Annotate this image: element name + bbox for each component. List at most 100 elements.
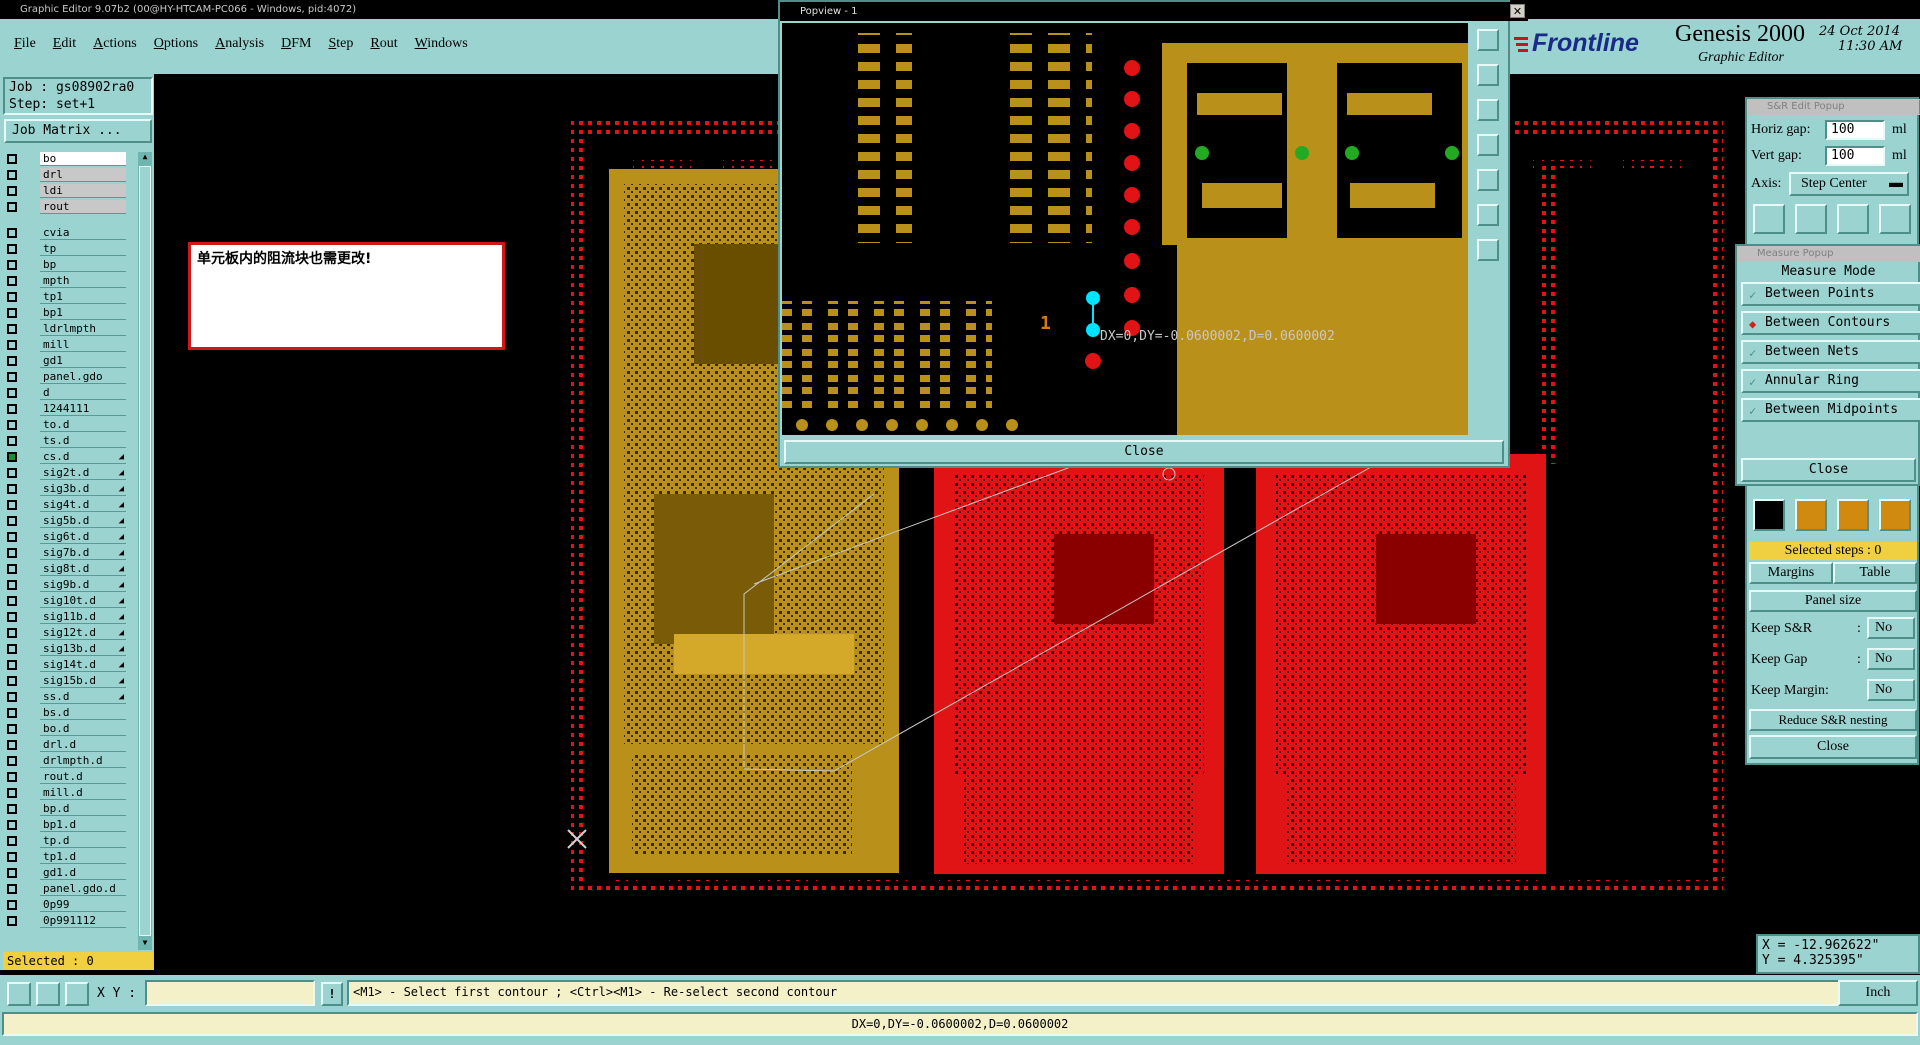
- layer-name[interactable]: sig3b.d ◢: [40, 482, 126, 496]
- layer-checkbox[interactable]: [7, 468, 17, 478]
- layer-checkbox[interactable]: [7, 660, 17, 670]
- layer-checkbox[interactable]: [7, 804, 17, 814]
- table-button[interactable]: Table: [1833, 562, 1917, 584]
- popview-close-x-icon[interactable]: ✕: [1510, 4, 1525, 18]
- layer-checkbox[interactable]: [7, 452, 17, 462]
- sr-popup-titlebar[interactable]: S&R Edit Popup ✕: [1747, 99, 1920, 115]
- layer-name[interactable]: 0p99: [40, 898, 126, 912]
- measure-mode-option[interactable]: ✓ Between Nets: [1741, 340, 1920, 364]
- measure-close-button[interactable]: Close: [1741, 458, 1916, 482]
- layer-row[interactable]: sig13b.d ◢: [4, 642, 126, 656]
- zoom-window-icon[interactable]: [7, 982, 31, 1006]
- menu-analysis[interactable]: Analysis: [215, 36, 264, 52]
- measure-mode-option[interactable]: ✓ Annular Ring: [1741, 369, 1920, 393]
- layer-name[interactable]: cs.d ◢: [40, 450, 126, 464]
- popview-pan-left-icon[interactable]: [1477, 134, 1499, 156]
- popview-close-button[interactable]: Close: [784, 440, 1504, 464]
- layer-name[interactable]: bs.d: [40, 706, 126, 720]
- scroll-thumb[interactable]: [139, 166, 151, 936]
- layer-name[interactable]: sig6t.d ◢: [40, 530, 126, 544]
- layer-row[interactable]: tp1.d: [4, 850, 126, 864]
- layer-row[interactable]: gd1: [4, 354, 126, 368]
- measure-mode-option[interactable]: ✓ Between Midpoints: [1741, 398, 1920, 422]
- layer-name[interactable]: sig15b.d ◢: [40, 674, 126, 688]
- layer-checkbox[interactable]: [7, 612, 17, 622]
- layer-name[interactable]: sig8t.d ◢: [40, 562, 126, 576]
- zoom-fit-icon[interactable]: [36, 982, 60, 1006]
- layer-row[interactable]: ss.d ◢: [4, 690, 126, 704]
- popview-pan-down-icon[interactable]: [1477, 99, 1499, 121]
- layer-name[interactable]: tp1.d: [40, 850, 126, 864]
- layer-row[interactable]: mill: [4, 338, 126, 352]
- layer-checkbox[interactable]: [7, 580, 17, 590]
- layer-checkbox[interactable]: [7, 372, 17, 382]
- layer-checkbox[interactable]: [7, 884, 17, 894]
- margins-button[interactable]: Margins: [1749, 562, 1833, 584]
- layer-checkbox[interactable]: [7, 772, 17, 782]
- select-step-icon-1[interactable]: [1795, 499, 1827, 531]
- layer-row[interactable]: bp.d: [4, 802, 126, 816]
- layer-name[interactable]: tp: [40, 242, 126, 256]
- layer-checkbox[interactable]: [7, 202, 17, 212]
- layer-checkbox[interactable]: [7, 692, 17, 702]
- select-step-icon-2[interactable]: [1837, 499, 1869, 531]
- menu-rout[interactable]: Rout: [370, 36, 397, 52]
- popview-zoom-out-icon[interactable]: [1477, 239, 1499, 261]
- layer-checkbox[interactable]: [7, 564, 17, 574]
- layer-row[interactable]: ldrlmpth: [4, 322, 126, 336]
- layer-checkbox[interactable]: [7, 484, 17, 494]
- layer-row[interactable]: sig6t.d ◢: [4, 530, 126, 544]
- layer-row[interactable]: sig14t.d ◢: [4, 658, 126, 672]
- popview-canvas[interactable]: 1 DX=0,DY=-0.0600002,D=0.0600002: [782, 23, 1468, 435]
- layer-name[interactable]: bp.d: [40, 802, 126, 816]
- keep-sr-dropdown[interactable]: No: [1867, 617, 1915, 639]
- layer-checkbox[interactable]: [7, 404, 17, 414]
- menu-dfm[interactable]: DFM: [281, 36, 311, 52]
- layer-name[interactable]: ldi: [40, 184, 126, 198]
- layer-name[interactable]: ss.d ◢: [40, 690, 126, 704]
- layer-checkbox[interactable]: [7, 532, 17, 542]
- xy-input[interactable]: [145, 980, 315, 1006]
- menu-actions[interactable]: Actions: [93, 36, 137, 52]
- layer-name[interactable]: bo: [40, 152, 126, 166]
- layer-checkbox[interactable]: [7, 292, 17, 302]
- scroll-down-arrow[interactable]: ▼: [139, 938, 151, 950]
- layer-row[interactable]: sig2t.d ◢: [4, 466, 126, 480]
- layer-checkbox[interactable]: [7, 740, 17, 750]
- measure-mode-option[interactable]: ◆ Between Contours: [1741, 311, 1920, 335]
- layer-list[interactable]: bo drl ldi rout cvia tp bp mpth tp1 bp1 ldrlmpth mi…: [0, 152, 140, 948]
- layer-name[interactable]: gd1.d: [40, 866, 126, 880]
- layout-grid-icon-1[interactable]: [1753, 204, 1785, 234]
- layer-name[interactable]: sig2t.d ◢: [40, 466, 126, 480]
- layer-name[interactable]: tp1: [40, 290, 126, 304]
- layer-name[interactable]: sig7b.d ◢: [40, 546, 126, 560]
- layer-row[interactable]: sig4t.d ◢: [4, 498, 126, 512]
- layer-checkbox[interactable]: [7, 324, 17, 334]
- layer-checkbox[interactable]: [7, 356, 17, 366]
- menu-step[interactable]: Step: [328, 36, 353, 52]
- layer-checkbox[interactable]: [7, 708, 17, 718]
- layer-name[interactable]: drl.d: [40, 738, 126, 752]
- layout-grid-icon-3[interactable]: [1837, 204, 1869, 234]
- layer-name[interactable]: mill: [40, 338, 126, 352]
- layer-checkbox[interactable]: [7, 548, 17, 558]
- scroll-up-arrow[interactable]: ▲: [139, 152, 151, 164]
- vert-gap-input[interactable]: 100: [1825, 146, 1885, 166]
- layer-name[interactable]: gd1: [40, 354, 126, 368]
- layer-name[interactable]: sig5b.d ◢: [40, 514, 126, 528]
- layer-name[interactable]: 1244111: [40, 402, 126, 416]
- layer-row[interactable]: sig15b.d ◢: [4, 674, 126, 688]
- reduce-sr-button[interactable]: Reduce S&R nesting: [1749, 709, 1917, 731]
- layer-name[interactable]: to.d: [40, 418, 126, 432]
- panel-size-button[interactable]: Panel size: [1749, 590, 1917, 612]
- layer-checkbox[interactable]: [7, 836, 17, 846]
- layer-checkbox[interactable]: [7, 244, 17, 254]
- layer-name[interactable]: ldrlmpth: [40, 322, 126, 336]
- job-matrix-button[interactable]: Job Matrix ...: [4, 119, 152, 143]
- layer-checkbox[interactable]: [7, 420, 17, 430]
- layer-name[interactable]: ts.d: [40, 434, 126, 448]
- unit-dropdown[interactable]: Inch: [1838, 980, 1918, 1006]
- layer-name[interactable]: sig9b.d ◢: [40, 578, 126, 592]
- layer-name[interactable]: panel.gdo: [40, 370, 126, 384]
- measure-popup-titlebar[interactable]: Measure Popup ✕: [1737, 246, 1920, 262]
